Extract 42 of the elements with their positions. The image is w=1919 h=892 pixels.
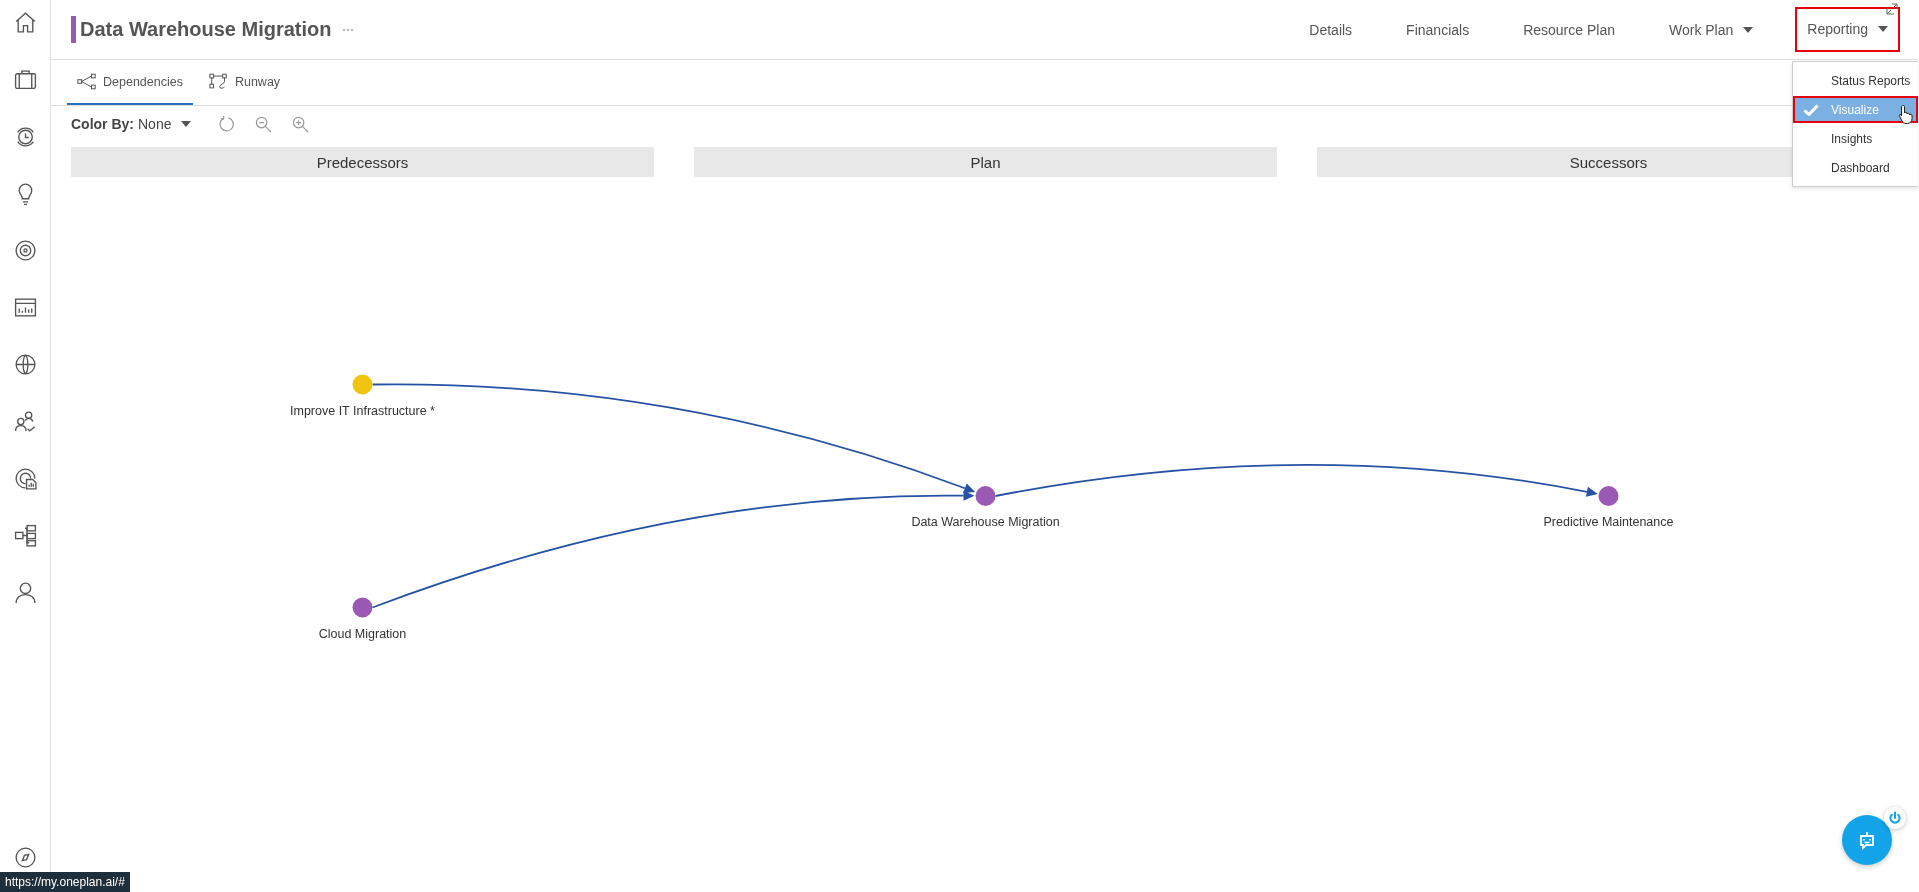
nav-link[interactable]: Details — [1297, 11, 1365, 48]
color-by-dropdown[interactable]: Color By: None — [71, 116, 192, 132]
flowchart-icon — [208, 73, 229, 90]
nav-link[interactable]: Reporting — [1795, 7, 1900, 52]
hierarchy-icon[interactable] — [12, 523, 38, 548]
nav-link[interactable]: Resource Plan — [1511, 11, 1627, 48]
robot-icon — [1857, 830, 1877, 850]
chart-panel-icon[interactable] — [12, 295, 38, 320]
node-dot[interactable] — [352, 597, 373, 618]
people-check-icon[interactable] — [12, 409, 38, 434]
refresh-icon[interactable] — [217, 114, 237, 134]
nav-link[interactable]: Financials — [1394, 11, 1482, 48]
person-icon[interactable] — [12, 580, 38, 605]
node-dot[interactable] — [975, 486, 996, 506]
node-label: Predictive Maintenance — [1543, 515, 1674, 529]
node-label: Cloud Migration — [318, 626, 407, 641]
node-label: Data Warehouse Migration — [911, 515, 1060, 529]
hand-cursor-icon — [1898, 104, 1914, 124]
view-tab[interactable]: Dependencies — [67, 60, 193, 105]
menu-item[interactable]: Status Reports — [1793, 67, 1918, 94]
zoom-out-icon[interactable] — [254, 114, 274, 134]
view-tab[interactable]: Runway — [198, 60, 291, 105]
expand-icon[interactable] — [1886, 3, 1898, 15]
status-url: https://my.oneplan.ai/# — [0, 872, 130, 892]
title-accent-bar — [71, 16, 76, 43]
column-header: Plan — [694, 147, 1277, 177]
network-icon — [77, 73, 97, 90]
chatbot-button[interactable] — [1842, 815, 1892, 865]
zoom-in-icon[interactable] — [291, 114, 311, 134]
node-dot[interactable] — [352, 374, 373, 395]
target-icon[interactable] — [12, 238, 38, 263]
compass-icon[interactable] — [12, 845, 38, 870]
caret-icon — [181, 121, 192, 127]
globe-icon[interactable] — [12, 352, 38, 377]
node-dot[interactable] — [1598, 486, 1619, 506]
check-icon — [1803, 103, 1819, 116]
page-title: Data Warehouse Migration — [80, 18, 332, 41]
nav-link[interactable]: Work Plan — [1656, 11, 1766, 48]
briefcase-icon[interactable] — [12, 67, 38, 92]
column-header: Predecessors — [71, 147, 654, 177]
chart-report-icon[interactable] — [12, 466, 38, 491]
node-label: Improve IT Infrastructure * — [290, 403, 435, 418]
